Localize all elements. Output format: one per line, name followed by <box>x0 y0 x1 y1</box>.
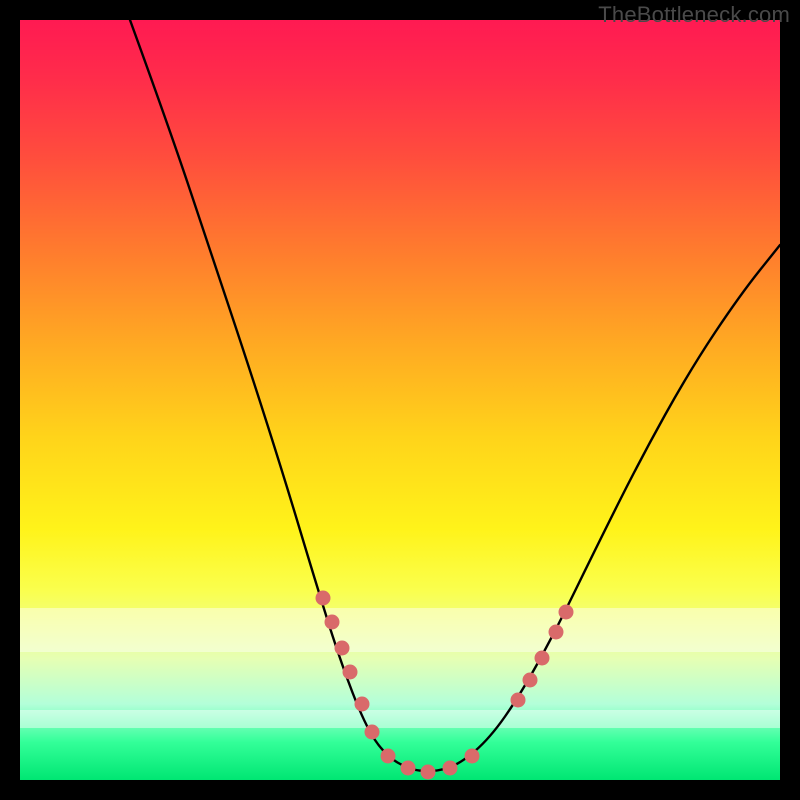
data-dot <box>401 761 416 776</box>
data-dot <box>535 651 550 666</box>
data-dot <box>381 749 396 764</box>
data-dot <box>421 765 436 780</box>
data-dot <box>365 725 380 740</box>
data-dot <box>559 605 574 620</box>
data-dot <box>511 693 526 708</box>
data-dot <box>549 625 564 640</box>
data-dot <box>335 641 350 656</box>
watermark-text: TheBottleneck.com <box>598 2 790 28</box>
data-dot <box>465 749 480 764</box>
data-dot <box>443 761 458 776</box>
data-dot <box>343 665 358 680</box>
data-dot <box>355 697 370 712</box>
bottleneck-curve <box>20 20 780 780</box>
data-dot <box>523 673 538 688</box>
data-dot <box>325 615 340 630</box>
data-dot <box>316 591 331 606</box>
plot-area <box>20 20 780 780</box>
